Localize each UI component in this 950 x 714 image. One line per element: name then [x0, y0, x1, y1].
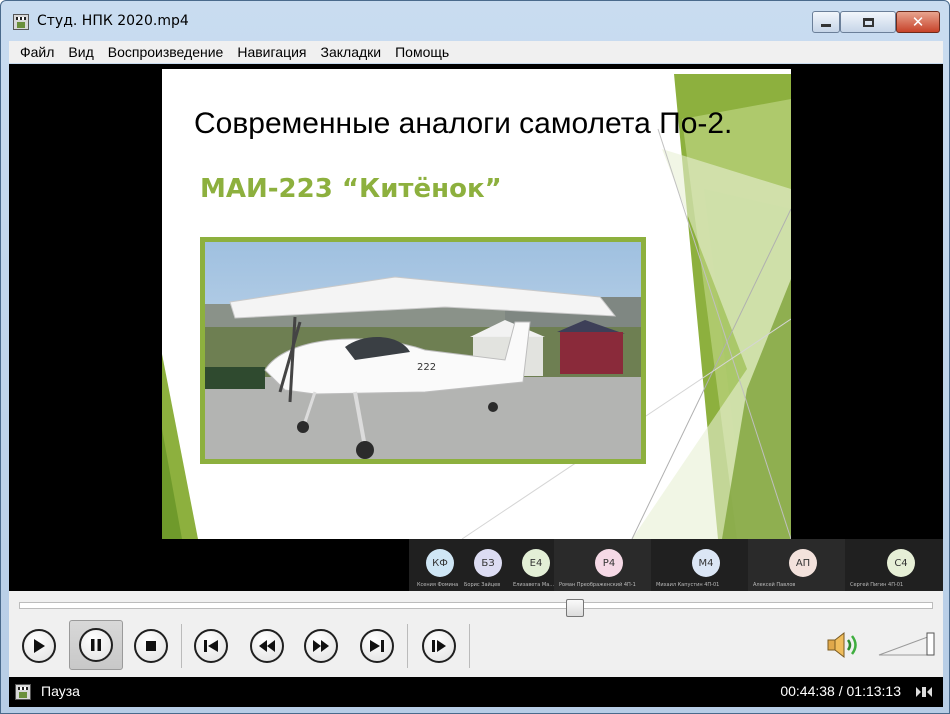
separator [469, 624, 470, 668]
participant-avatar: Е4 [522, 549, 550, 577]
participant-avatar: С4 [887, 549, 915, 577]
participants-strip: КФ Ксения Фомина БЗ Борис Зайцев Е4 Елиз… [409, 539, 943, 591]
fullscreen-toggle-icon[interactable] [915, 686, 933, 698]
stop-icon [146, 641, 156, 651]
play-icon [34, 639, 45, 653]
playback-controls [9, 591, 943, 677]
participant-avatar: БЗ [474, 549, 502, 577]
aircraft-photo: 222 [200, 237, 646, 464]
app-icon[interactable] [13, 14, 29, 30]
maximize-button[interactable] [840, 11, 896, 33]
pause-icon [91, 639, 101, 651]
volume-slider[interactable] [877, 631, 937, 659]
presentation-slide: Современные аналоги самолета По-2. МАИ-2… [162, 69, 791, 539]
rewind-icon [259, 640, 275, 652]
time-display: 00:44:38 / 01:13:13 [780, 683, 901, 699]
close-icon: ✕ [911, 13, 925, 31]
minimize-icon [821, 23, 831, 27]
skip-previous-icon [204, 640, 218, 652]
frame-step-button[interactable] [415, 622, 463, 670]
participant-name: Борис Зайцев [464, 582, 501, 588]
minimize-button[interactable] [812, 11, 840, 33]
participant-name: Михаил Капустин 4П-01 [656, 582, 720, 588]
previous-button[interactable] [187, 622, 235, 670]
rewind-button[interactable] [243, 622, 291, 670]
seek-bar[interactable] [19, 602, 933, 609]
title-bar[interactable]: Студ. НПК 2020.mp4 ✕ [1, 1, 949, 39]
slide-title: Современные аналоги самолета По-2. [194, 107, 733, 140]
skip-next-icon [370, 640, 384, 652]
playback-state: Пауза [41, 683, 80, 699]
player-window: Студ. НПК 2020.mp4 ✕ Файл Вид Воспроизве… [0, 0, 950, 714]
fast-forward-icon [313, 640, 329, 652]
fast-forward-button[interactable] [297, 622, 345, 670]
video-area[interactable]: Современные аналоги самолета По-2. МАИ-2… [9, 64, 943, 591]
participant-avatar: КФ [426, 549, 454, 577]
participant-avatar: АП [789, 549, 817, 577]
close-button[interactable]: ✕ [896, 11, 940, 33]
participant-avatar: М4 [692, 549, 720, 577]
menu-bookmarks[interactable]: Закладки [314, 41, 389, 63]
participant-name: Ксения Фомина [417, 582, 459, 588]
next-button[interactable] [353, 622, 401, 670]
slide-subtitle: МАИ-223 “Китёнок” [200, 174, 502, 204]
status-bar: Пауза 00:44:38 / 01:13:13 [9, 677, 943, 707]
menu-navigation[interactable]: Навигация [230, 41, 313, 63]
frame-step-icon [432, 640, 446, 652]
menu-help[interactable]: Помощь [388, 41, 456, 63]
separator [407, 624, 408, 668]
participant-name: Роман Преображенский 4П-1 [559, 582, 636, 588]
participant-avatar: Р4 [595, 549, 623, 577]
seek-thumb[interactable] [565, 599, 584, 617]
play-button[interactable] [15, 622, 63, 670]
participant-name: Алексей Павлов [753, 582, 796, 588]
pause-button[interactable] [69, 620, 123, 670]
window-title: Студ. НПК 2020.mp4 [37, 13, 189, 29]
menu-file[interactable]: Файл [13, 41, 61, 63]
participant-name: Елизавета Ма... [513, 582, 555, 588]
menu-playback[interactable]: Воспроизведение [101, 41, 231, 63]
stop-button[interactable] [127, 622, 175, 670]
separator [181, 624, 182, 668]
svg-text:222: 222 [417, 362, 436, 373]
menu-view[interactable]: Вид [61, 41, 100, 63]
volume-icon[interactable] [825, 629, 863, 661]
maximize-icon [862, 17, 874, 27]
app-status-icon [15, 684, 31, 700]
participant-name: Сергей Пигин 4П-01 [850, 582, 904, 588]
menu-bar: Файл Вид Воспроизведение Навигация Закла… [9, 41, 943, 63]
aircraft-photo-image: 222 [205, 242, 641, 459]
